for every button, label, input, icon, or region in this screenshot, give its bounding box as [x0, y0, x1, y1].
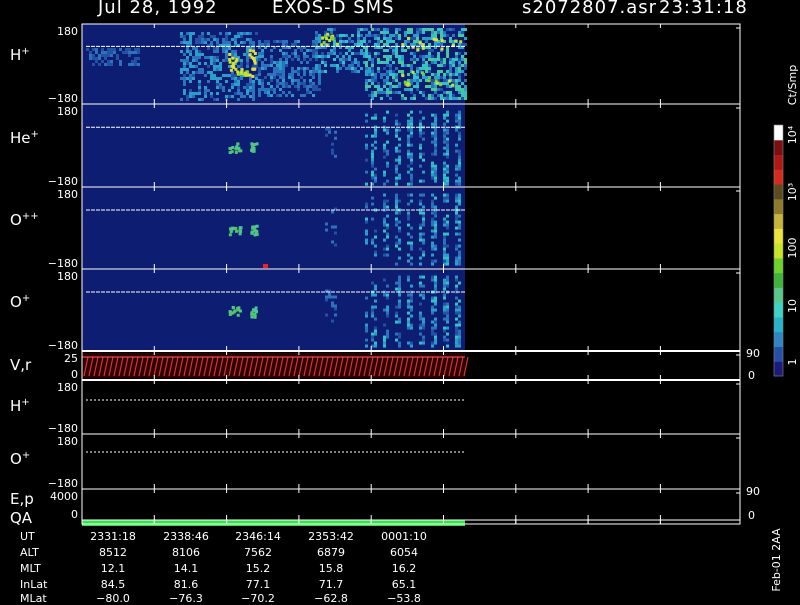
y-tick-bottom: −180: [48, 477, 78, 490]
panel-label-7: O+: [10, 450, 30, 468]
ephemeris-cell: 12.1: [100, 562, 126, 575]
panel-label-8: E,p: [10, 490, 34, 508]
header-date: Jul 28, 1992: [98, 0, 218, 18]
spectrogram-panel-3: [82, 187, 465, 269]
right-tick-bottom: 0: [748, 509, 755, 522]
colorbar-swatch: [774, 184, 783, 200]
y-tick-top: 25: [64, 352, 78, 365]
ephemeris-cell: 77.1: [245, 578, 271, 591]
y-tick-bottom: 0: [71, 368, 78, 381]
ephemeris-cell: 2331:18: [90, 530, 136, 543]
y-tick-bottom: −180: [48, 339, 78, 352]
colorbar-swatch: [774, 139, 783, 156]
colorbar-tick-label: 100: [786, 238, 799, 259]
colorbar-swatch: [774, 243, 783, 259]
ephemeris-cell: 15.8: [318, 562, 344, 575]
colorbar-swatch: [774, 302, 783, 318]
colorbar-swatch: [774, 316, 783, 333]
ephemeris-cell: 71.7: [318, 578, 344, 591]
spectrogram-panel-4: [82, 269, 465, 351]
y-tick-top: 180: [57, 25, 78, 38]
ephemeris-cell: −80.0: [96, 592, 130, 605]
ephemeris-cell: 0001:10: [381, 530, 427, 543]
qa-bar: [82, 520, 465, 526]
panel-label-5: V,r: [10, 356, 32, 374]
colorbar-swatch: [774, 257, 783, 274]
ephemeris-cell: −62.8: [314, 592, 348, 605]
spectrogram-panel-1: [82, 24, 467, 104]
colorbar-swatch: [774, 125, 783, 141]
ephemeris-cell: 81.6: [173, 578, 199, 591]
ephemeris-label: UT: [20, 530, 35, 543]
colorbar-swatch: [774, 154, 783, 170]
y-tick-bottom: −180: [48, 175, 78, 188]
colorbar-swatch: [774, 361, 783, 377]
y-tick-bottom: −180: [48, 92, 78, 105]
panel-label-3: O++: [10, 211, 39, 229]
ephemeris-cell: 84.5: [100, 578, 126, 591]
y-tick-top: 180: [57, 105, 78, 118]
colorbar-tick-label: 10³: [786, 183, 799, 201]
colorbar-swatch: [774, 331, 783, 347]
y-tick-top: 4000: [50, 490, 78, 503]
ephemeris-cell: 2346:14: [235, 530, 281, 543]
colorbar-swatch: [774, 287, 783, 303]
spectrogram-plot: H+180−180He+180−180O++180−180O+180−180V,…: [10, 23, 799, 592]
ephemeris-cell: 14.1: [173, 562, 199, 575]
ephemeris-cell: 6054: [390, 546, 418, 559]
y-tick-bottom: 0: [71, 508, 78, 521]
panel-label-4: O+: [10, 293, 30, 311]
spectrogram-panel-2: [82, 104, 465, 187]
y-tick-top: 180: [57, 435, 78, 448]
header-file: s2072807.asr: [522, 0, 658, 18]
y-tick-top: 180: [57, 381, 78, 394]
ephemeris-cell: 8512: [99, 546, 127, 559]
ephemeris-label: ALT: [20, 546, 39, 559]
ephemeris-cell: 8106: [172, 546, 200, 559]
panel-label-6: H+: [10, 397, 30, 415]
colorbar-unit: Ct/Smp: [786, 65, 799, 105]
header-time: 23:31:18: [659, 0, 748, 18]
panel-background: [82, 187, 465, 269]
colorbar-tick-label: 1: [786, 359, 799, 366]
ephemeris-cell: 16.2: [391, 562, 417, 575]
ephemeris-cell: 6879: [317, 546, 345, 559]
colorbar-swatch: [774, 228, 783, 244]
ephemeris-cell: 15.2: [245, 562, 271, 575]
red-marker: [263, 264, 268, 268]
panel-label-1: H+: [10, 46, 30, 64]
right-tick-bottom: 0: [748, 369, 755, 382]
right-tick-top: 90: [746, 347, 760, 360]
ephemeris-label: MLat: [20, 592, 47, 605]
ephemeris-cell: 2353:42: [308, 530, 354, 543]
ephemeris-cell: −70.2: [241, 592, 275, 605]
y-tick-bottom: −180: [48, 422, 78, 435]
ephemeris-label: MLT: [20, 562, 41, 575]
ephemeris-label: InLat: [20, 578, 48, 591]
colorbar-swatch: [774, 169, 783, 185]
colorbar-tick-label: 10⁴: [786, 125, 799, 144]
colorbar-swatch: [774, 213, 783, 229]
ephemeris-cell: −76.3: [169, 592, 203, 605]
y-tick-bottom: −180: [48, 257, 78, 270]
panel-label-2: He+: [10, 129, 39, 147]
velocity-panel: [82, 353, 469, 378]
ephemeris-cell: 65.1: [391, 578, 417, 591]
footer-code: Feb-01 2AA: [770, 528, 783, 592]
y-tick-top: 180: [57, 188, 78, 201]
colorbar-swatch: [774, 346, 783, 362]
ephemeris-cell: 7562: [244, 546, 272, 559]
colorbar-swatch: [774, 198, 783, 215]
colorbar-swatch: [774, 272, 783, 288]
right-tick-top: 90: [746, 485, 760, 498]
ephemeris-cell: −53.8: [387, 592, 421, 605]
header-instrument: EXOS-D SMS: [272, 0, 395, 18]
y-tick-top: 180: [57, 270, 78, 283]
ephemeris-cell: 2338:46: [163, 530, 209, 543]
colorbar-tick-label: 10: [786, 299, 799, 313]
panel-label-9: QA: [10, 509, 33, 527]
